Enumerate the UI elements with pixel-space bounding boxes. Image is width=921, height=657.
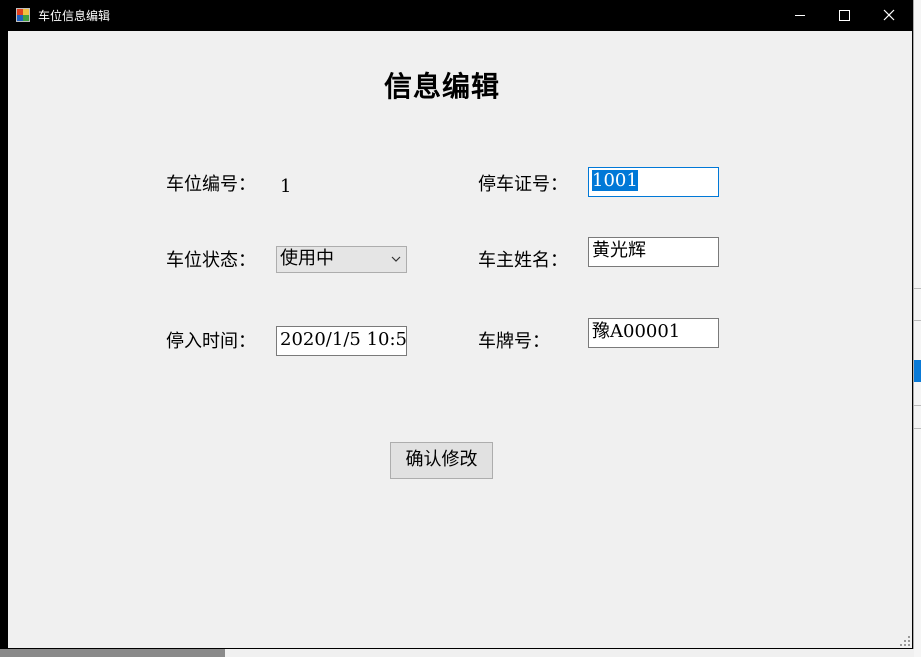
permit-number-text: 1001: [592, 170, 638, 191]
owner-name-input[interactable]: 黄光辉: [588, 237, 719, 267]
minimize-icon: [795, 15, 805, 16]
chevron-down-icon: [391, 256, 401, 262]
title-bar[interactable]: 车位信息编辑: [0, 0, 913, 31]
space-status-label: 车位状态：: [166, 250, 256, 271]
window-title: 车位信息编辑: [38, 9, 111, 23]
page-title: 信息编辑: [383, 70, 500, 103]
entry-time-label: 停入时间：: [166, 331, 256, 352]
space-number-value: 1: [280, 176, 292, 197]
minimize-button[interactable]: [777, 0, 823, 31]
space-status-select[interactable]: 使用中: [276, 246, 407, 273]
confirm-edit-button[interactable]: 确认修改: [390, 442, 493, 479]
background-app-strip: [225, 649, 921, 657]
background-app-strip: [0, 649, 225, 657]
permit-number-input[interactable]: 1001: [588, 167, 719, 197]
maximize-button[interactable]: [823, 0, 869, 31]
app-icon: [16, 8, 30, 22]
close-icon: [883, 9, 895, 21]
owner-name-label: 车主姓名：: [478, 250, 568, 271]
space-number-label: 车位编号：: [166, 174, 256, 195]
permit-number-label: 停车证号：: [478, 174, 568, 195]
background-app-edge: [914, 0, 921, 657]
close-button[interactable]: [867, 0, 913, 31]
plate-number-input[interactable]: 豫A00001: [588, 318, 719, 348]
edit-window: 车位信息编辑 信息编辑 车位编号： 1 停车证号： 1001 车位状态： 使用中…: [0, 0, 913, 649]
entry-time-picker[interactable]: 2020/1/5 10:5: [276, 326, 407, 356]
space-status-value: 使用中: [280, 248, 334, 269]
maximize-icon: [839, 10, 850, 21]
resize-grip-icon[interactable]: [900, 636, 910, 646]
form-panel: 信息编辑 车位编号： 1 停车证号： 1001 车位状态： 使用中 车主姓名： …: [8, 31, 912, 648]
plate-number-label: 车牌号：: [478, 331, 550, 352]
